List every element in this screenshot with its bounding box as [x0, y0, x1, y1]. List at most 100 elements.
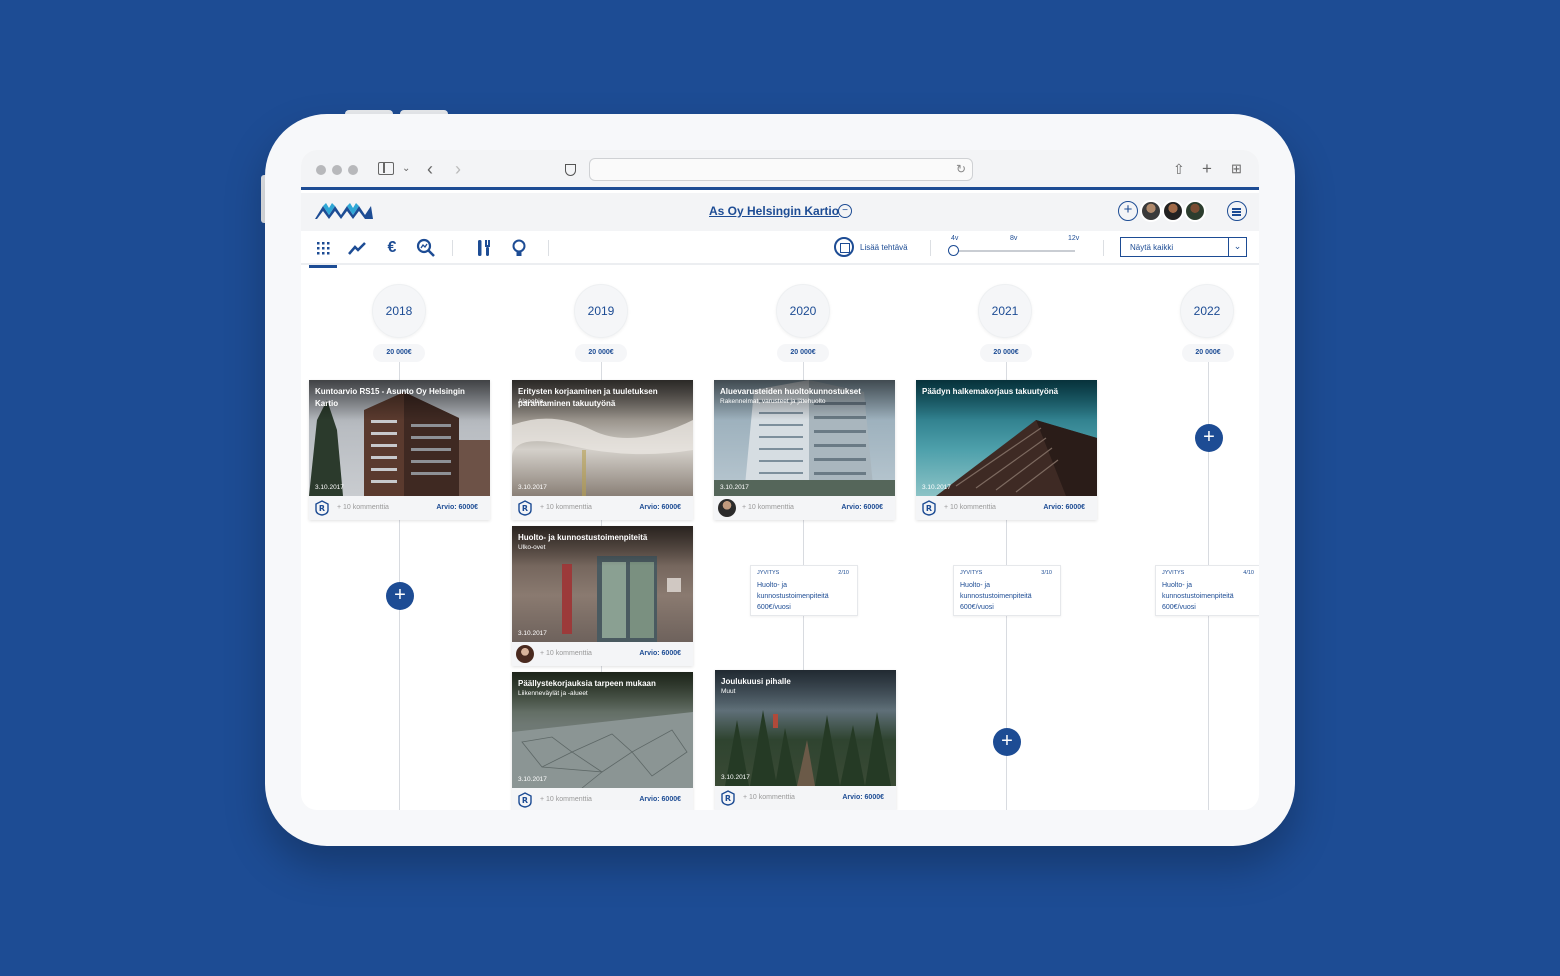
- shield-icon[interactable]: [565, 164, 576, 176]
- year-budget: 20 000€: [575, 344, 627, 362]
- svg-text:R: R: [926, 504, 932, 513]
- add-task-icon[interactable]: [834, 237, 854, 257]
- cost-estimate: Arvio: 6000€: [436, 504, 478, 511]
- task-title: Joulukuusi pihalle: [721, 677, 791, 686]
- chevron-down-icon[interactable]: ⌄: [1228, 238, 1246, 256]
- lightbulb-icon[interactable]: [509, 238, 529, 258]
- svg-text:R: R: [522, 796, 528, 805]
- collapse-toggle[interactable]: −: [838, 204, 852, 218]
- address-bar[interactable]: ↻: [589, 158, 973, 181]
- year-2022[interactable]: 2022: [1180, 284, 1234, 338]
- euro-icon[interactable]: €: [382, 238, 402, 258]
- task-title: Päädyn halkemakorjaus takuutyönä: [922, 387, 1059, 396]
- add-task-button[interactable]: Lisää tehtävä: [860, 243, 908, 252]
- task-card-footer: R + 10 kommenttia Arvio: 6000€: [512, 496, 693, 520]
- back-icon[interactable]: ‹: [427, 160, 433, 178]
- chevron-down-icon[interactable]: ⌄: [402, 160, 410, 178]
- cost-estimate: Arvio: 6000€: [639, 796, 681, 803]
- add-user-button[interactable]: +: [1118, 201, 1138, 221]
- cost-estimate: Arvio: 6000€: [639, 504, 681, 511]
- search-analytics-icon[interactable]: [416, 238, 436, 258]
- year-budget: 20 000€: [373, 344, 425, 362]
- comment-count[interactable]: + 10 kommenttia: [337, 504, 389, 511]
- comment-count[interactable]: + 10 kommenttia: [540, 796, 592, 803]
- trend-icon[interactable]: [347, 238, 367, 258]
- menu-icon: [1232, 214, 1241, 216]
- task-title: Eritysten korjaaminen ja tuuletuksen par…: [518, 387, 658, 408]
- add-task-2021-button[interactable]: +: [993, 728, 1021, 756]
- svg-text:R: R: [522, 504, 528, 513]
- task-photo: Kuntoarvio RS15 - Asunto Oy Helsingin Ka…: [309, 380, 490, 496]
- year-2020[interactable]: 2020: [776, 284, 830, 338]
- comment-count[interactable]: + 10 kommenttia: [540, 650, 592, 657]
- avatar[interactable]: [1184, 200, 1206, 222]
- share-icon[interactable]: ⇧: [1173, 160, 1185, 178]
- allocation-kind: JYVITYS: [960, 570, 983, 576]
- tab-overview-icon[interactable]: ⊞: [1231, 160, 1242, 178]
- menu-button[interactable]: [1227, 201, 1247, 221]
- allocation-card[interactable]: JYVITYS 3/10 Huolto- ja kunnostustoimenp…: [953, 565, 1061, 616]
- range-label-12v: 12v: [1068, 235, 1080, 242]
- window-close-dot[interactable]: [316, 165, 326, 175]
- task-title: Aluevarusteiden huoltokunnostukset: [720, 387, 861, 396]
- year-2021[interactable]: 2021: [978, 284, 1032, 338]
- avatar[interactable]: [516, 645, 534, 663]
- task-photo: Päädyn halkemakorjaus takuutyönä 3.10.20…: [916, 380, 1097, 496]
- add-task-2018-button[interactable]: +: [386, 582, 414, 610]
- forward-icon[interactable]: ›: [455, 160, 461, 178]
- new-tab-icon[interactable]: +: [1202, 160, 1212, 178]
- tools-icon[interactable]: [474, 238, 494, 258]
- comment-count[interactable]: + 10 kommenttia: [944, 504, 996, 511]
- task-photo: Huolto- ja kunnostustoimenpiteitä Ulko-o…: [512, 526, 693, 642]
- task-photo: Eritysten korjaaminen ja tuuletuksen par…: [512, 380, 693, 496]
- reload-icon[interactable]: ↻: [956, 162, 966, 176]
- view-toolbar: € Lisää tehtävä 4v 8v 12v Näytä kaikki ⌄: [301, 231, 1259, 268]
- allocation-text: Huolto- ja kunnostustoimenpiteitä 600€/v…: [960, 582, 1032, 611]
- app-header: As Oy Helsingin Kartio − +: [301, 193, 1259, 231]
- toolbar-divider: [452, 240, 453, 256]
- registry-badge-icon: R: [721, 790, 735, 806]
- task-title: Päällystekorjauksia tarpeen mukaan: [518, 679, 656, 688]
- year-budget: 20 000€: [1182, 344, 1234, 362]
- sidebar-icon[interactable]: [378, 162, 394, 175]
- year-2019[interactable]: 2019: [574, 284, 628, 338]
- comment-count[interactable]: + 10 kommenttia: [743, 794, 795, 801]
- year-2018[interactable]: 2018: [372, 284, 426, 338]
- task-card[interactable]: Kuntoarvio RS15 - Asunto Oy Helsingin Ka…: [309, 380, 490, 520]
- task-category: Liikenneväylät ja -alueet: [518, 690, 588, 697]
- logo[interactable]: [315, 203, 373, 219]
- cost-estimate: Arvio: 6000€: [639, 650, 681, 657]
- window-zoom-dot[interactable]: [348, 165, 358, 175]
- browser-screen: ⌄ ‹ › ↻ ⇧ + ⊞ As Oy Helsingin Kartio − +: [301, 150, 1259, 810]
- task-card-footer: R + 10 kommenttia Arvio: 6000€: [715, 786, 896, 810]
- window-minimize-dot[interactable]: [332, 165, 342, 175]
- add-task-2022-button[interactable]: +: [1195, 424, 1223, 452]
- task-card[interactable]: Aluevarusteiden huoltokunnostukset Raken…: [714, 380, 895, 520]
- grid-icon[interactable]: [309, 238, 337, 268]
- task-card-footer: + 10 kommenttia Arvio: 6000€: [512, 642, 693, 666]
- timeline: 2018 2019 2020 2021 2022 20 000€ 20 000€…: [301, 267, 1259, 810]
- task-date: 3.10.2017: [721, 774, 750, 781]
- menu-icon: [1232, 208, 1241, 210]
- allocation-text: Huolto- ja kunnostustoimenpiteitä 600€/v…: [757, 582, 829, 611]
- task-card[interactable]: Päädyn halkemakorjaus takuutyönä 3.10.20…: [916, 380, 1097, 520]
- avatar[interactable]: [718, 499, 736, 517]
- timespan-slider-thumb[interactable]: [948, 245, 959, 256]
- allocation-card[interactable]: JYVITYS 4/10 Huolto- ja kunnostustoimenp…: [1155, 565, 1259, 616]
- allocation-kind: JYVITYS: [757, 570, 780, 576]
- comment-count[interactable]: + 10 kommenttia: [742, 504, 794, 511]
- filter-select[interactable]: Näytä kaikki ⌄: [1120, 237, 1247, 257]
- task-title: Huolto- ja kunnostustoimenpiteitä: [518, 533, 648, 542]
- comment-count[interactable]: + 10 kommenttia: [540, 504, 592, 511]
- task-card[interactable]: Päällystekorjauksia tarpeen mukaan Liike…: [512, 672, 693, 810]
- avatar[interactable]: [1140, 200, 1162, 222]
- timespan-slider-track[interactable]: [955, 250, 1075, 252]
- task-card[interactable]: Eritysten korjaaminen ja tuuletuksen par…: [512, 380, 693, 520]
- avatar[interactable]: [1162, 200, 1184, 222]
- task-card-footer: R + 10 kommenttia Arvio: 6000€: [512, 788, 693, 810]
- task-card[interactable]: Joulukuusi pihalle Muut 3.10.2017 R + 10…: [715, 670, 896, 810]
- task-card[interactable]: Huolto- ja kunnostustoimenpiteitä Ulko-o…: [512, 526, 693, 666]
- page-title[interactable]: As Oy Helsingin Kartio: [709, 204, 839, 218]
- allocation-card[interactable]: JYVITYS 2/10 Huolto- ja kunnostustoimenp…: [750, 565, 858, 616]
- task-photo: Joulukuusi pihalle Muut 3.10.2017: [715, 670, 896, 786]
